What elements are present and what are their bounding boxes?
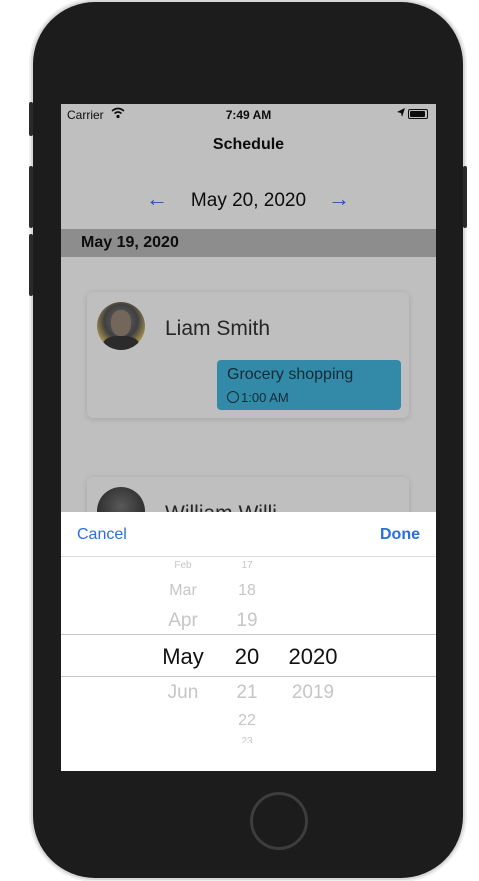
picker-item-selected: 20 bbox=[234, 644, 260, 669]
picker-item: Jun bbox=[167, 682, 199, 703]
volume-up-button bbox=[29, 166, 33, 228]
picker-item: 21 bbox=[236, 682, 258, 703]
picker-item: 18 bbox=[238, 582, 256, 599]
mute-switch bbox=[29, 102, 33, 136]
picker-item: 17 bbox=[241, 560, 253, 568]
volume-down-button bbox=[29, 234, 33, 296]
home-button[interactable] bbox=[250, 792, 308, 850]
date-picker-sheet: Cancel Done Feb Mar Apr May Jun 17 18 19… bbox=[61, 512, 436, 771]
picker-item: 23 bbox=[241, 736, 253, 743]
done-button[interactable]: Done bbox=[380, 526, 420, 544]
phone-screen: Carrier 7:49 AM Schedule ← May 20, 2020 … bbox=[61, 104, 436, 771]
day-wheel[interactable]: 17 18 19 20 21 22 23 bbox=[227, 556, 267, 771]
picker-item: 19 bbox=[236, 610, 258, 631]
picker-item: 22 bbox=[238, 712, 256, 729]
date-picker[interactable]: Feb Mar Apr May Jun 17 18 19 20 21 22 23… bbox=[61, 556, 436, 771]
picker-item: Feb bbox=[174, 560, 192, 568]
power-button bbox=[463, 166, 467, 228]
picker-item: 2019 bbox=[291, 682, 335, 703]
year-wheel[interactable]: 2020 2019 bbox=[279, 556, 347, 771]
picker-item: Apr bbox=[168, 610, 198, 631]
month-wheel[interactable]: Feb Mar Apr May Jun bbox=[151, 556, 215, 771]
picker-toolbar: Cancel Done bbox=[61, 512, 436, 557]
cancel-button[interactable]: Cancel bbox=[77, 526, 127, 544]
picker-item-selected: 2020 bbox=[288, 644, 338, 669]
picker-item-selected: May bbox=[162, 644, 204, 669]
picker-item: Mar bbox=[169, 582, 197, 599]
